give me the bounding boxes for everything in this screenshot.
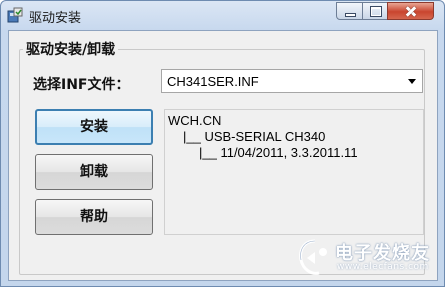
maximize-button[interactable] bbox=[362, 2, 388, 20]
minimize-button[interactable] bbox=[336, 2, 363, 20]
inf-file-select[interactable]: CH341SER.INF bbox=[161, 69, 423, 93]
driver-vendor: WCH.CN bbox=[168, 113, 222, 128]
watermark-url: www.elecfans.com bbox=[337, 262, 429, 272]
watermark: 电子发烧友 www.elecfans.com bbox=[296, 236, 440, 282]
title-bar[interactable]: 驱动安装 bbox=[1, 1, 444, 29]
group-label: 驱动安装/卸载 bbox=[23, 39, 119, 59]
driver-info-panel: WCH.CN |__ USB-SERIAL CH340 |__ 11/04/20… bbox=[164, 109, 424, 235]
driver-version: |__ 11/04/2011, 3.3.2011.11 bbox=[199, 145, 358, 160]
installer-app-icon bbox=[7, 7, 23, 23]
elecfans-logo-icon bbox=[299, 239, 327, 275]
help-button[interactable]: 帮助 bbox=[35, 199, 153, 235]
close-button[interactable] bbox=[387, 2, 434, 20]
driver-device: |__ USB-SERIAL CH340 bbox=[183, 129, 326, 144]
inf-file-selected-value: CH341SER.INF bbox=[167, 74, 259, 89]
install-button[interactable]: 安装 bbox=[35, 109, 153, 145]
dropdown-arrow-icon[interactable] bbox=[408, 79, 416, 84]
inf-file-label: 选择INF文件： bbox=[33, 77, 130, 93]
uninstall-button[interactable]: 卸载 bbox=[35, 154, 153, 190]
window-title: 驱动安装 bbox=[29, 11, 82, 26]
